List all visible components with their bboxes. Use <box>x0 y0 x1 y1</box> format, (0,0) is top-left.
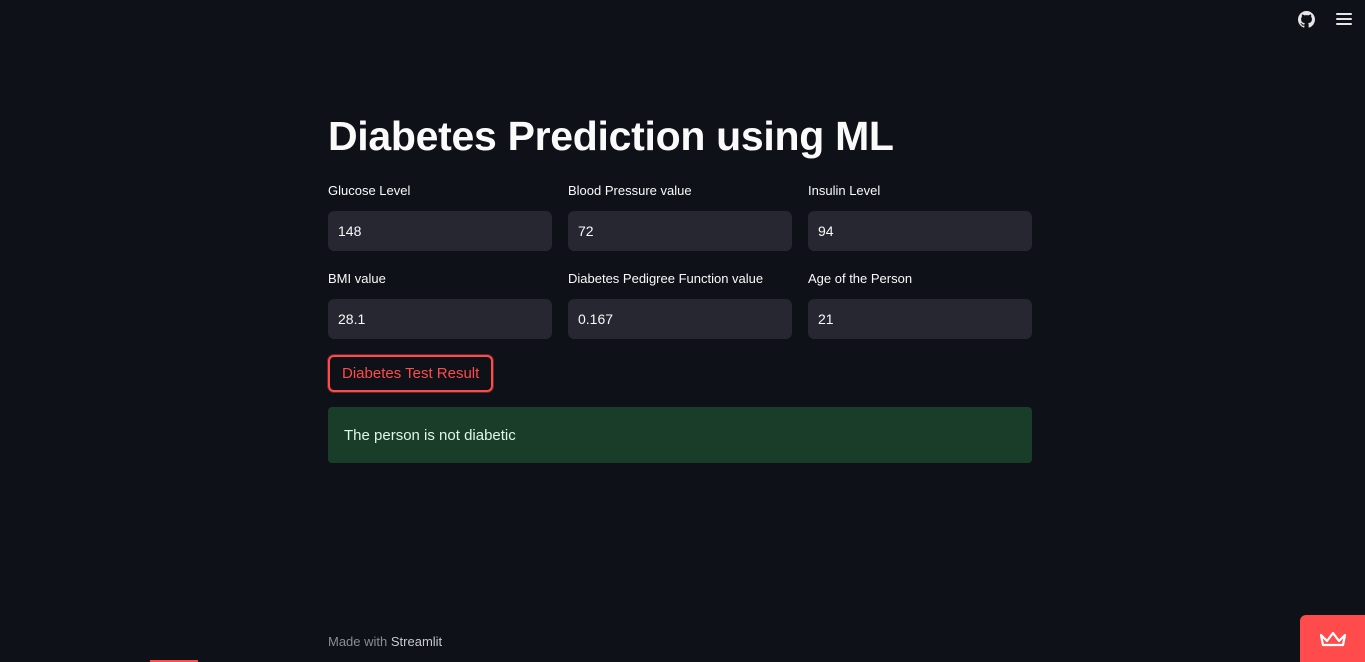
streamlit-badge[interactable] <box>1300 615 1365 662</box>
diabetes-test-result-button[interactable]: Diabetes Test Result <box>328 355 494 392</box>
glucose-field: Glucose Level <box>328 183 552 251</box>
app-root: Diabetes Prediction using ML Glucose Lev… <box>0 0 1365 662</box>
blood-pressure-input[interactable] <box>568 211 792 251</box>
input-row-1: Glucose Level Blood Pressure value Insul… <box>328 183 1032 251</box>
age-label: Age of the Person <box>808 271 913 286</box>
footer-prefix: Made with <box>328 634 388 649</box>
input-row-2: BMI value Diabetes Pedigree Function val… <box>328 271 1032 339</box>
bmi-field: BMI value <box>328 271 552 339</box>
blood-pressure-label: Blood Pressure value <box>568 183 692 198</box>
result-message: The person is not diabetic <box>344 426 516 444</box>
pedigree-field: Diabetes Pedigree Function value <box>568 271 792 339</box>
insulin-input[interactable] <box>808 211 1032 251</box>
hamburger-menu-icon[interactable] <box>1335 10 1353 28</box>
footer: Made with Streamlit <box>328 634 442 649</box>
age-input[interactable] <box>808 299 1032 339</box>
bmi-input[interactable] <box>328 299 552 339</box>
github-icon[interactable] <box>1297 10 1315 28</box>
blood-pressure-field: Blood Pressure value <box>568 183 792 251</box>
glucose-input[interactable] <box>328 211 552 251</box>
glucose-label: Glucose Level <box>328 183 411 198</box>
crown-icon <box>1319 631 1346 646</box>
age-field: Age of the Person <box>808 271 1032 339</box>
pedigree-label: Diabetes Pedigree Function value <box>568 271 764 286</box>
insulin-field: Insulin Level <box>808 183 1032 251</box>
pedigree-input[interactable] <box>568 299 792 339</box>
insulin-label: Insulin Level <box>808 183 881 198</box>
topbar-actions <box>1297 10 1353 28</box>
bmi-label: BMI value <box>328 271 386 286</box>
footer-brand-link[interactable]: Streamlit <box>391 634 442 649</box>
page-title: Diabetes Prediction using ML <box>328 113 894 159</box>
success-alert: The person is not diabetic <box>328 407 1032 463</box>
